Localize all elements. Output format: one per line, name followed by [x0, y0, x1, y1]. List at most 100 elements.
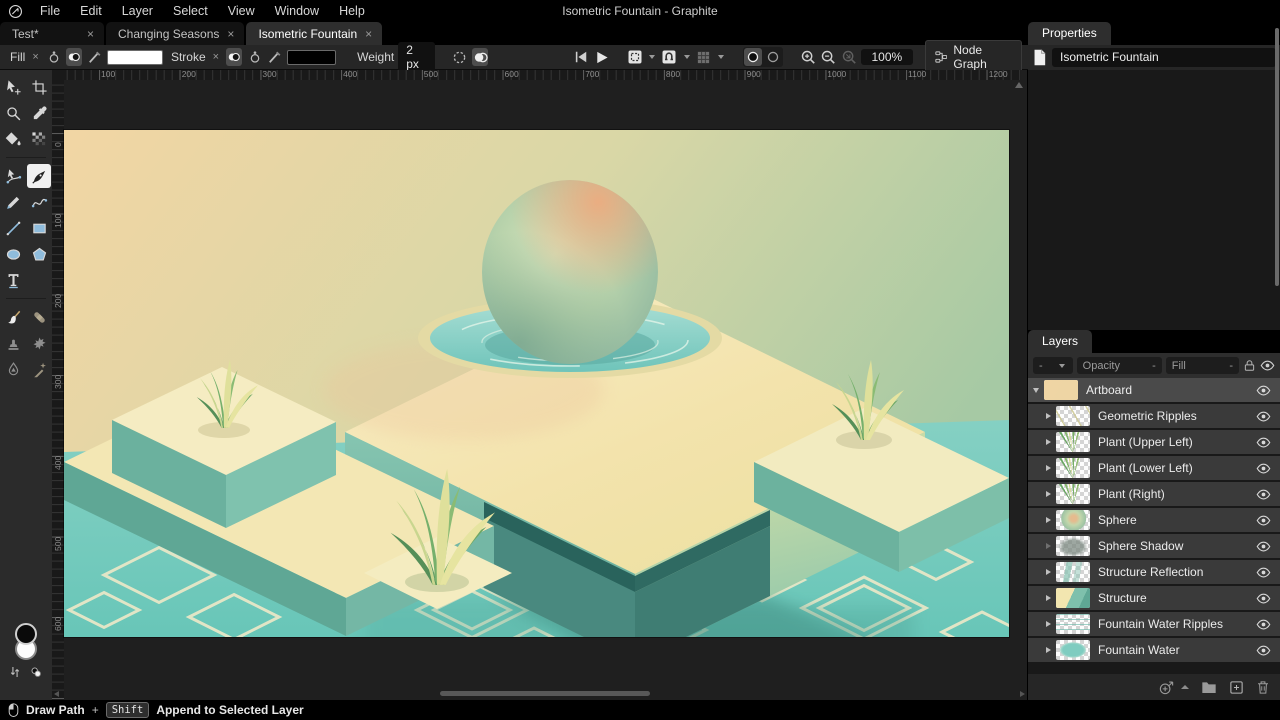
layers-scrollbar-thumb[interactable]: [1275, 28, 1279, 286]
tab-close-icon[interactable]: ×: [227, 27, 234, 41]
new-folder-icon[interactable]: [1201, 680, 1217, 694]
layer-row-plant-upper-left[interactable]: Plant (Upper Left): [1028, 430, 1280, 454]
chevron-right-icon[interactable]: [1046, 647, 1051, 653]
chevron-right-icon[interactable]: [1046, 595, 1051, 601]
fill-brush-icon[interactable]: [86, 48, 102, 66]
fill-tool[interactable]: [1, 127, 25, 151]
reset-colors-icon[interactable]: [30, 666, 42, 678]
chevron-right-icon[interactable]: [1046, 543, 1051, 549]
new-layer-icon[interactable]: [1229, 680, 1244, 695]
layer-visibility-icon[interactable]: [1256, 409, 1271, 424]
visibility-all-icon[interactable]: [1260, 358, 1275, 373]
chevron-right-icon[interactable]: [1046, 413, 1051, 419]
skip-to-start-icon[interactable]: [573, 48, 589, 66]
outline-view-icon[interactable]: [764, 48, 782, 66]
polygon-tool[interactable]: [27, 242, 51, 266]
layer-row-artboard[interactable]: Artboard: [1028, 378, 1280, 402]
layer-visibility-icon[interactable]: [1256, 539, 1271, 554]
chevron-down-icon[interactable]: [684, 55, 690, 59]
play-icon[interactable]: [594, 48, 610, 66]
layer-visibility-icon[interactable]: [1256, 383, 1271, 398]
grid-options-icon[interactable]: [696, 48, 712, 66]
chevron-down-icon[interactable]: [649, 55, 655, 59]
text-tool[interactable]: [1, 268, 25, 292]
tab-layers[interactable]: Layers: [1028, 330, 1092, 353]
scroll-right-icon[interactable]: [1020, 691, 1025, 697]
stroke-dot-circle-icon[interactable]: [246, 48, 262, 66]
horizontal-scrollbar[interactable]: [62, 691, 1015, 696]
tab-properties[interactable]: Properties: [1028, 22, 1111, 45]
rectangle-tool[interactable]: [27, 216, 51, 240]
chevron-down-icon[interactable]: [718, 55, 724, 59]
tab-isometric-fountain[interactable]: Isometric Fountain ×: [246, 22, 382, 45]
menu-file[interactable]: File: [30, 0, 70, 22]
layer-row-fountain-water-ripples[interactable]: Fountain Water Ripples: [1028, 612, 1280, 636]
document-name-input[interactable]: Isometric Fountain: [1052, 48, 1276, 67]
stroke-color-swatch[interactable]: [287, 50, 336, 65]
layer-row-geometric-ripples[interactable]: Geometric Ripples: [1028, 404, 1280, 428]
patch-tool[interactable]: [27, 331, 51, 355]
dashed-circle-icon[interactable]: [452, 48, 468, 66]
opacity-input[interactable]: Opacity -: [1077, 357, 1162, 374]
viewport[interactable]: 100200300400500600700800900100011001200 …: [52, 70, 1028, 700]
layer-row-plant-lower-left[interactable]: Plant (Lower Left): [1028, 456, 1280, 480]
solid-view-icon[interactable]: [744, 48, 762, 66]
layer-visibility-icon[interactable]: [1256, 565, 1271, 580]
detail-tool[interactable]: [27, 357, 51, 381]
layer-row-plant-right[interactable]: Plant (Right): [1028, 482, 1280, 506]
layer-visibility-icon[interactable]: [1256, 643, 1271, 658]
pen-tool[interactable]: [27, 164, 51, 188]
gradient-tool[interactable]: [27, 127, 51, 151]
tab-close-icon[interactable]: ×: [87, 27, 94, 41]
layer-row-fountain-water[interactable]: Fountain Water: [1028, 638, 1280, 662]
stroke-remove-button[interactable]: ×: [213, 51, 219, 63]
menu-view[interactable]: View: [218, 0, 265, 22]
chevron-down-icon[interactable]: [1033, 388, 1039, 393]
zoom-out-icon[interactable]: [820, 48, 836, 66]
zoom-level-input[interactable]: 100%: [861, 49, 913, 65]
delete-layer-icon[interactable]: [1256, 680, 1270, 695]
menu-layer[interactable]: Layer: [112, 0, 163, 22]
fill-remove-button[interactable]: ×: [32, 51, 38, 63]
eyedropper-tool[interactable]: [27, 101, 51, 125]
layer-visibility-icon[interactable]: [1256, 591, 1271, 606]
swap-colors-icon[interactable]: [10, 666, 20, 678]
spline-tool[interactable]: [27, 190, 51, 214]
relight-tool[interactable]: [1, 357, 25, 381]
tab-changing-seasons[interactable]: Changing Seasons ×: [106, 22, 244, 45]
chevron-right-icon[interactable]: [1046, 621, 1051, 627]
stroke-swap-colors-icon[interactable]: [226, 48, 242, 66]
heal-tool[interactable]: [27, 305, 51, 329]
blend-mode-select[interactable]: -: [1033, 357, 1073, 374]
fill-opacity-input[interactable]: Fill -: [1166, 357, 1239, 374]
clone-tool[interactable]: [1, 331, 25, 355]
primary-color-swatch[interactable]: [15, 623, 37, 645]
chevron-right-icon[interactable]: [1046, 439, 1051, 445]
layer-row-sphere[interactable]: Sphere: [1028, 508, 1280, 532]
chevron-up-icon[interactable]: [1181, 685, 1189, 689]
node-graph-button[interactable]: Node Graph: [925, 40, 1022, 74]
fill-swap-colors-icon[interactable]: [66, 48, 82, 66]
layer-row-structure-reflection[interactable]: Structure Reflection: [1028, 560, 1280, 584]
overlapping-circles-icon[interactable]: [472, 48, 488, 66]
menu-select[interactable]: Select: [163, 0, 218, 22]
ellipse-tool[interactable]: [1, 242, 25, 266]
scroll-left-icon[interactable]: [54, 691, 59, 697]
layer-row-structure[interactable]: Structure: [1028, 586, 1280, 610]
select-tool[interactable]: [1, 75, 25, 99]
tab-test[interactable]: Test* ×: [0, 22, 104, 45]
fill-color-swatch[interactable]: [107, 50, 163, 65]
path-tool[interactable]: [1, 164, 25, 188]
chevron-right-icon[interactable]: [1046, 517, 1051, 523]
lock-icon[interactable]: [1243, 359, 1256, 372]
layer-visibility-icon[interactable]: [1256, 513, 1271, 528]
stroke-brush-icon[interactable]: [267, 48, 283, 66]
scroll-up-icon[interactable]: [1015, 82, 1023, 88]
fill-dot-circle-icon[interactable]: [46, 48, 62, 66]
menu-window[interactable]: Window: [265, 0, 329, 22]
selection-bounds-icon[interactable]: [627, 48, 643, 66]
menu-help[interactable]: Help: [329, 0, 375, 22]
layer-row-sphere-shadow[interactable]: Sphere Shadow: [1028, 534, 1280, 558]
weight-input[interactable]: 2 px: [398, 42, 435, 72]
move-into-folder-icon[interactable]: [1158, 680, 1175, 695]
